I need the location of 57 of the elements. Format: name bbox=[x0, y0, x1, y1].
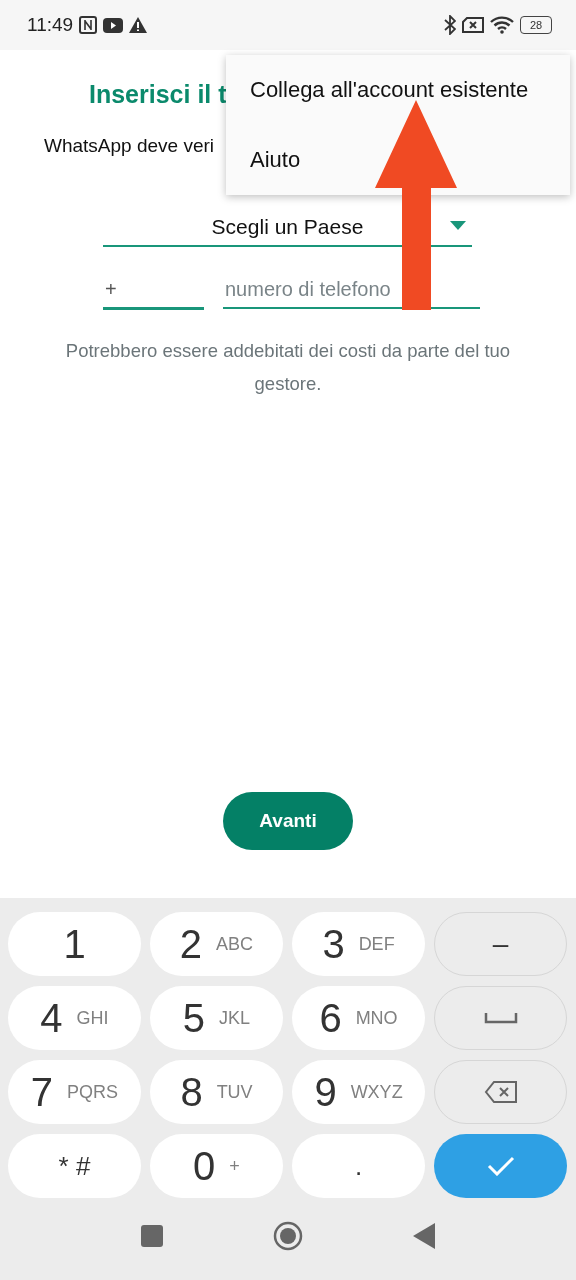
key-digit: 1 bbox=[63, 921, 86, 967]
key-letters: PQRS bbox=[67, 1081, 119, 1103]
keypad-key[interactable]: 0 + bbox=[150, 1134, 283, 1198]
key-letters: DEF bbox=[358, 933, 395, 955]
key-letters: ABC bbox=[216, 933, 254, 955]
phone-number-field[interactable]: numero di telefono bbox=[223, 271, 480, 309]
key-digit: 9 bbox=[314, 1069, 337, 1115]
wifi-icon bbox=[490, 16, 514, 34]
key-letters: MNO bbox=[355, 1007, 398, 1029]
charges-note: Potrebbero essere addebitati dei costi da parte del tuo gestore. bbox=[64, 339, 512, 396]
keypad-key[interactable]: 6 MNO bbox=[292, 986, 425, 1050]
key-letters: GHI bbox=[76, 1007, 109, 1029]
key-symbol: – bbox=[492, 928, 509, 960]
key-letters: + bbox=[229, 1155, 240, 1177]
key-digit: 6 bbox=[319, 995, 342, 1041]
key-letters: JKL bbox=[219, 1007, 251, 1029]
keypad-key[interactable]: 9 WXYZ bbox=[292, 1060, 425, 1124]
keypad-key[interactable]: 7 PQRS bbox=[8, 1060, 141, 1124]
keypad-key[interactable]: – bbox=[434, 912, 567, 976]
space-icon bbox=[483, 1012, 518, 1024]
keypad-key[interactable]: . bbox=[292, 1134, 425, 1198]
keypad-key[interactable]: 8 TUV bbox=[150, 1060, 283, 1124]
no-sim-icon bbox=[462, 17, 484, 33]
key-symbol: * # bbox=[58, 1150, 91, 1182]
check-icon bbox=[486, 1156, 515, 1176]
bluetooth-icon bbox=[444, 15, 456, 35]
menu-item[interactable]: Aiuto bbox=[226, 125, 570, 195]
key-digit: 2 bbox=[179, 921, 203, 967]
key-digit: 5 bbox=[182, 995, 206, 1041]
battery-icon: 28 bbox=[520, 16, 552, 34]
warning-icon bbox=[129, 17, 148, 33]
key-digit: 4 bbox=[40, 995, 63, 1041]
keypad-key[interactable]: 4 GHI bbox=[8, 986, 141, 1050]
key-digit: 0 bbox=[193, 1143, 216, 1189]
keypad-key[interactable]: 5 JKL bbox=[150, 986, 283, 1050]
key-digit: 8 bbox=[180, 1069, 203, 1115]
play-icon bbox=[103, 17, 124, 33]
keypad-key[interactable]: * # bbox=[8, 1134, 141, 1198]
backspace-icon bbox=[483, 1080, 518, 1104]
keypad-key[interactable]: 1 bbox=[8, 912, 141, 976]
home-icon[interactable] bbox=[273, 1221, 303, 1251]
description-text: WhatsApp deve veri bbox=[44, 135, 215, 157]
keypad-key[interactable]: 2 ABC bbox=[150, 912, 283, 976]
back-icon[interactable] bbox=[413, 1223, 435, 1249]
menu-item[interactable]: Collega all'account esistente bbox=[226, 55, 570, 125]
nfc-icon bbox=[79, 16, 98, 34]
key-digit: 7 bbox=[30, 1069, 54, 1115]
country-code-field[interactable]: + bbox=[103, 271, 204, 310]
key-symbol: . bbox=[354, 1150, 363, 1182]
key-letters: WXYZ bbox=[350, 1081, 403, 1103]
page-title: Inserisci il t bbox=[89, 80, 227, 109]
key-digit: 3 bbox=[322, 921, 345, 967]
caret-icon bbox=[450, 221, 466, 230]
next-button[interactable]: Avanti bbox=[223, 792, 353, 850]
keypad-key[interactable]: 3 DEF bbox=[292, 912, 425, 976]
status-time: 11:49 bbox=[27, 14, 74, 36]
key-letters: TUV bbox=[216, 1081, 253, 1103]
